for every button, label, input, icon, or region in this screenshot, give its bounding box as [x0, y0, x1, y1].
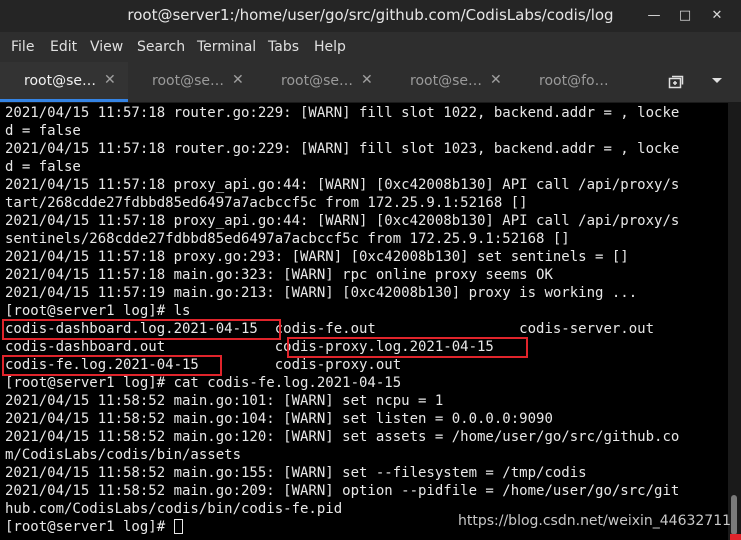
close-icon[interactable]: ✕ — [709, 8, 725, 24]
highlight-box — [287, 337, 528, 358]
menu-tabs[interactable]: Tabs — [268, 39, 299, 55]
tab-label: root@fo… — [539, 73, 609, 89]
title-bar: root@server1:/home/user/go/src/github.co… — [0, 0, 741, 32]
terminal-line: m/CodisLabs/codis/bin/assets — [5, 447, 242, 463]
scrollbar[interactable] — [728, 103, 741, 540]
maximize-icon[interactable]: □ — [677, 8, 693, 24]
terminal-line: d = false — [5, 123, 81, 139]
terminal-line: 2021/04/15 11:57:18 proxy_api.go:44: [WA… — [5, 177, 680, 193]
terminal-line: 2021/04/15 11:57:18 proxy.go:293: [WARN]… — [5, 249, 629, 265]
prompt-line: [root@server1 log]# — [5, 518, 183, 536]
terminal-line: 2021/04/15 11:57:19 main.go:213: [WARN] … — [5, 285, 638, 301]
highlight-box — [2, 319, 281, 340]
prompt-text: [root@server1 log]# — [5, 519, 174, 535]
window-title: root@server1:/home/user/go/src/github.co… — [127, 6, 614, 24]
terminal-line: hub.com/CodisLabs/codis/bin/codis-fe.pid — [5, 501, 343, 517]
menu-view[interactable]: View — [90, 39, 123, 55]
terminal-line: d = false — [5, 159, 81, 175]
menu-terminal[interactable]: Terminal — [197, 39, 256, 55]
terminal-line: [root@server1 log]# cat codis-fe.log.202… — [5, 375, 402, 391]
menu-help[interactable]: Help — [314, 39, 346, 55]
terminal-line: 2021/04/15 11:57:18 router.go:229: [WARN… — [5, 105, 680, 121]
terminal-line: tart/268cdde27fdbbd85ed6497a7acbccf5c fr… — [5, 195, 528, 211]
tab-close-icon[interactable]: ✕ — [490, 72, 502, 88]
scrollbar-thumb[interactable] — [731, 495, 737, 535]
terminal-line: sentinels/268cdde27fdbbd85ed6497a7acbccf… — [5, 231, 570, 247]
tab-1[interactable]: root@se… ✕ — [0, 62, 128, 102]
terminal-line: 2021/04/15 11:57:18 proxy_api.go:44: [WA… — [5, 213, 680, 229]
tab-label: root@se… — [152, 73, 224, 89]
highlight-corner — [730, 534, 741, 540]
minimize-icon[interactable]: — — [646, 8, 662, 24]
tab-2[interactable]: root@se… ✕ — [128, 62, 256, 102]
active-tab-indicator — [0, 99, 128, 102]
terminal-line: 2021/04/15 11:58:52 main.go:209: [WARN] … — [5, 483, 680, 499]
new-tab-icon[interactable] — [668, 74, 684, 94]
menu-edit[interactable]: Edit — [50, 39, 77, 55]
menu-bar: File Edit View Search Terminal Tabs Help — [0, 32, 741, 62]
terminal-line: 2021/04/15 11:58:52 main.go:120: [WARN] … — [5, 429, 680, 445]
terminal-line: 2021/04/15 11:57:18 router.go:229: [WARN… — [5, 141, 680, 157]
tab-close-icon[interactable]: ✕ — [104, 72, 116, 88]
tab-label: root@se… — [410, 73, 482, 89]
tab-5[interactable]: root@fo… — [515, 62, 643, 102]
terminal-line: 2021/04/15 11:58:52 main.go:104: [WARN] … — [5, 411, 553, 427]
text-cursor — [173, 519, 183, 534]
menu-file[interactable]: File — [11, 39, 34, 55]
terminal-line: 2021/04/15 11:57:18 main.go:323: [WARN] … — [5, 267, 553, 283]
tab-close-icon[interactable]: ✕ — [361, 72, 373, 88]
terminal-line: [root@server1 log]# ls — [5, 303, 191, 319]
menu-search[interactable]: Search — [137, 39, 185, 55]
terminal-line: 2021/04/15 11:58:52 main.go:155: [WARN] … — [5, 465, 587, 481]
tab-label: root@se… — [24, 73, 96, 89]
watermark: https://blog.csdn.net/weixin_44632711 — [458, 513, 732, 529]
tab-bar: root@se… ✕ root@se… ✕ root@se… ✕ root@se… — [0, 62, 741, 103]
highlight-box — [2, 355, 222, 376]
tab-close-icon[interactable]: ✕ — [232, 72, 244, 88]
tab-label: root@se… — [281, 73, 353, 89]
chevron-down-icon[interactable] — [711, 74, 723, 90]
terminal-line: 2021/04/15 11:58:52 main.go:101: [WARN] … — [5, 393, 444, 409]
tab-4[interactable]: root@se… ✕ — [386, 62, 514, 102]
tab-3[interactable]: root@se… ✕ — [257, 62, 385, 102]
